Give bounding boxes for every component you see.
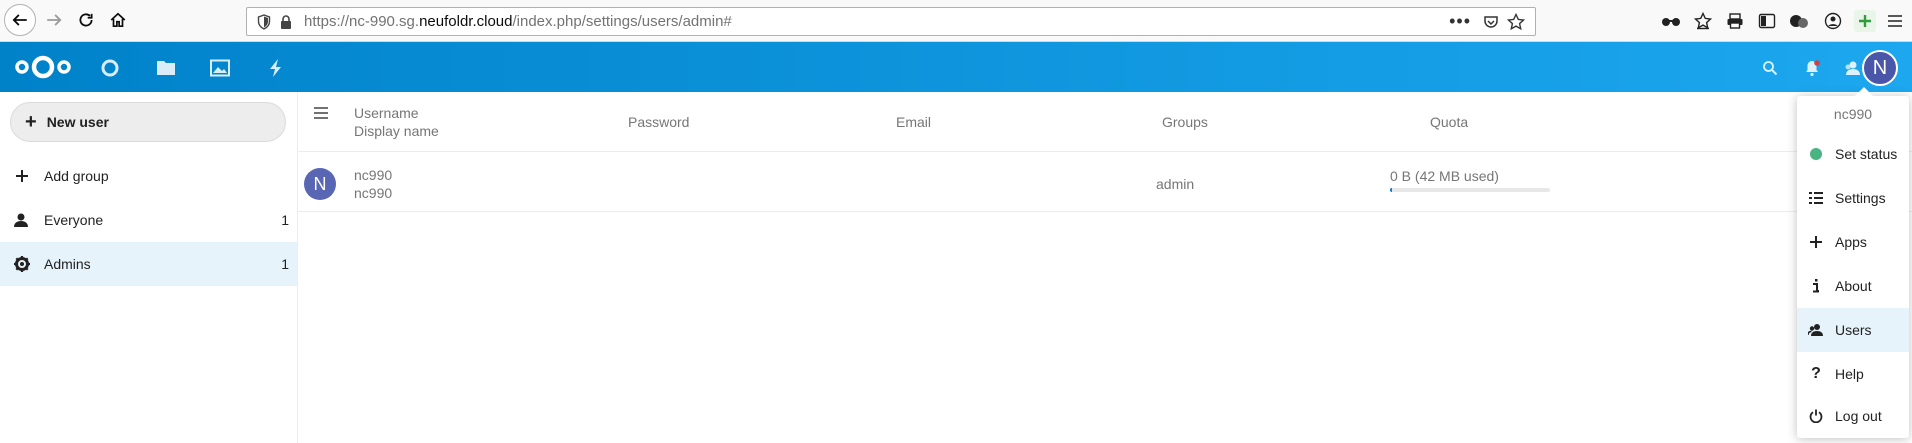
menu-item-label: Apps [1835, 234, 1867, 250]
menu-item-help[interactable]: ? Help [1797, 352, 1909, 396]
lock-icon[interactable] [279, 14, 293, 35]
menu-item-label: Help [1835, 366, 1864, 382]
url-bar[interactable]: https://nc-990.sg.neufoldr.cloud/index.p… [246, 7, 1536, 36]
url-host: neufoldr.cloud [419, 13, 513, 30]
account-icon[interactable] [1822, 10, 1844, 32]
quota-progress-bar [1390, 188, 1550, 192]
menu-item-settings[interactable]: Settings [1797, 176, 1909, 220]
menu-item-log-out[interactable]: Log out [1797, 394, 1909, 438]
users-icon [1797, 323, 1835, 337]
menu-item-label: Users [1835, 322, 1872, 338]
app-navigation: + New user Add group Everyone 1 Admins 1 [0, 92, 298, 443]
pocket-icon[interactable] [1483, 14, 1499, 35]
reload-icon [79, 13, 93, 27]
print-icon[interactable] [1724, 10, 1746, 32]
menu-item-label: About [1835, 278, 1872, 294]
reader-mode-icon[interactable] [1660, 10, 1682, 32]
shield-icon[interactable] [257, 14, 271, 35]
group-label: Admins [44, 256, 91, 272]
menu-item-label: Set status [1835, 146, 1898, 162]
page-actions-menu[interactable]: ••• [1449, 11, 1471, 32]
group-count: 1 [281, 256, 289, 272]
url-prefix: https://nc-990.sg. [304, 13, 420, 30]
menu-item-about[interactable]: About [1797, 264, 1909, 308]
toggle-navigation-icon[interactable] [314, 106, 328, 122]
user-avatar-button[interactable]: N [1862, 50, 1898, 86]
status-dot-icon [1797, 148, 1835, 160]
row-display-name: nc990 [354, 185, 393, 201]
back-button[interactable] [4, 4, 36, 36]
url-text[interactable]: https://nc-990.sg.neufoldr.cloud/index.p… [304, 13, 732, 30]
quota-progress-fill [1390, 188, 1392, 192]
menu-username: nc990 [1833, 106, 1873, 122]
column-display-name: Display name [354, 123, 439, 139]
bookmarks-star-icon[interactable] [1692, 10, 1714, 32]
users-icon [0, 212, 44, 228]
nextcloud-header: N [0, 42, 1912, 92]
row-groups[interactable]: admin [1156, 176, 1194, 192]
settings-list-icon [1797, 192, 1835, 204]
activity-bolt-icon[interactable] [264, 56, 288, 80]
plus-icon: + [25, 111, 37, 133]
menu-item-label: Log out [1835, 408, 1882, 424]
url-path: /index.php/settings/users/admin# [512, 13, 732, 30]
menu-item-label: Settings [1835, 190, 1886, 206]
user-list-header: Username Display name Password Email Gro… [298, 92, 1912, 152]
add-group-label: Add group [44, 168, 109, 184]
bookmark-star-icon[interactable] [1506, 12, 1526, 36]
new-user-label: New user [46, 114, 109, 130]
menu-item-apps[interactable]: Apps [1797, 220, 1909, 264]
photos-icon[interactable] [208, 56, 232, 80]
info-icon [1797, 279, 1835, 293]
menu-item-users[interactable]: Users [1797, 308, 1909, 352]
files-folder-icon[interactable] [154, 56, 178, 80]
search-icon[interactable] [1758, 56, 1782, 80]
row-username: nc990 [354, 167, 393, 183]
power-icon [1797, 409, 1835, 423]
home-button[interactable] [102, 4, 134, 36]
notifications-bell-icon[interactable] [1800, 56, 1824, 80]
reload-button[interactable] [70, 4, 102, 36]
admin-gear-icon [0, 255, 44, 273]
nextcloud-logo-icon[interactable] [14, 55, 72, 84]
group-item-admins[interactable]: Admins 1 [0, 242, 297, 286]
contacts-icon[interactable] [1840, 56, 1864, 80]
column-username: Username [354, 105, 419, 121]
extension-plus-icon[interactable] [1854, 10, 1876, 32]
table-row[interactable]: N nc990 nc990 admin 0 B (42 MB used) [298, 152, 1912, 212]
new-user-button[interactable]: + New user [10, 102, 286, 142]
group-count: 1 [281, 212, 289, 228]
dashboard-icon[interactable] [98, 56, 122, 80]
sidebar-toggle-icon[interactable] [1756, 10, 1778, 32]
settings-menu: nc990 Set status Settings Apps About Use… [1797, 87, 1909, 438]
column-quota: Quota [1430, 114, 1469, 130]
arrow-left-icon [12, 14, 27, 26]
browser-toolbar: https://nc-990.sg.neufoldr.cloud/index.p… [0, 0, 1912, 42]
column-groups: Groups [1162, 114, 1208, 130]
add-group-item[interactable]: Add group [0, 154, 297, 198]
arrow-right-icon [47, 14, 62, 26]
extensions-icon[interactable] [1788, 10, 1810, 32]
hamburger-menu-icon[interactable] [1884, 10, 1906, 32]
row-quota-text[interactable]: 0 B (42 MB used) [1390, 168, 1499, 184]
menu-item-set-status[interactable]: Set status [1797, 132, 1909, 176]
group-label: Everyone [44, 212, 104, 228]
column-password: Password [628, 114, 690, 130]
group-item-everyone[interactable]: Everyone 1 [0, 198, 297, 242]
forward-button[interactable] [38, 4, 70, 36]
help-icon: ? [1811, 365, 1821, 382]
home-icon [110, 12, 126, 28]
avatar[interactable]: N [304, 168, 336, 200]
plus-icon [0, 169, 44, 183]
user-list: Username Display name Password Email Gro… [298, 92, 1912, 443]
column-email: Email [896, 114, 932, 130]
plus-icon [1797, 236, 1835, 248]
